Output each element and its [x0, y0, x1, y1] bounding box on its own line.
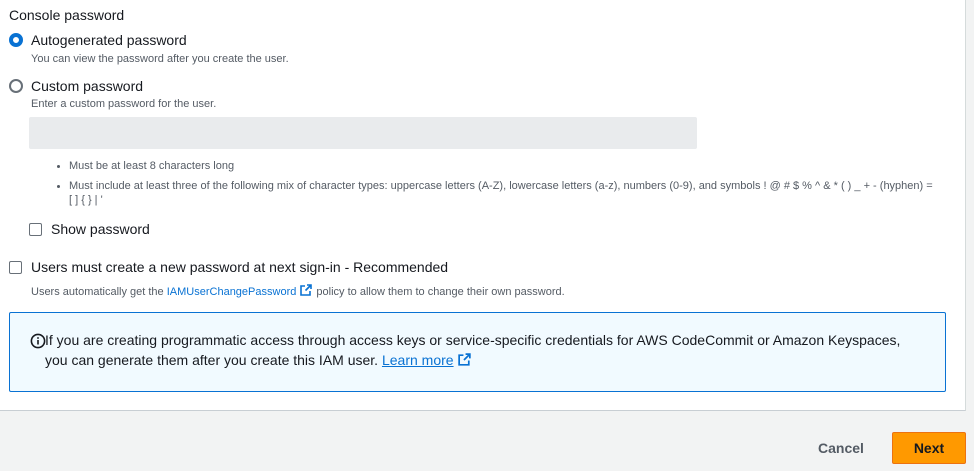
show-password-label[interactable]: Show password: [51, 221, 150, 237]
info-alert-message: If you are creating programmatic access …: [45, 332, 901, 368]
console-password-label: Console password: [9, 7, 125, 23]
cancel-button[interactable]: Cancel: [806, 433, 876, 463]
require-reset-description: Users automatically get the IAMUserChang…: [31, 284, 565, 300]
custom-password-input[interactable]: [29, 117, 697, 149]
autogenerated-password-description: You can view the password after you crea…: [31, 53, 289, 65]
info-circle-icon: [30, 333, 46, 354]
learn-more-link[interactable]: Learn more: [382, 352, 454, 368]
autogenerated-password-label[interactable]: Autogenerated password: [31, 32, 187, 48]
info-alert-text: If you are creating programmatic access …: [45, 330, 925, 372]
password-requirements-list: Must be at least 8 characters long Must …: [55, 159, 935, 213]
show-password-checkbox[interactable]: [29, 223, 42, 236]
custom-password-radio[interactable]: [9, 79, 23, 93]
requirement-item: Must be at least 8 characters long: [55, 159, 935, 173]
password-settings-panel: Console password Autogenerated password …: [0, 0, 966, 411]
requirement-item: Must include at least three of the follo…: [55, 179, 935, 207]
require-reset-checkbox[interactable]: [9, 261, 22, 274]
custom-password-description: Enter a custom password for the user.: [31, 98, 217, 110]
require-reset-label[interactable]: Users must create a new password at next…: [31, 259, 448, 275]
external-link-icon[interactable]: [457, 352, 472, 372]
require-reset-desc-suffix: policy to allow them to change their own…: [313, 286, 565, 298]
autogenerated-password-radio[interactable]: [9, 33, 23, 47]
iam-user-change-password-link[interactable]: IAMUserChangePassword: [167, 286, 297, 298]
require-reset-desc-prefix: Users automatically get the: [31, 286, 167, 298]
next-button[interactable]: Next: [892, 432, 966, 464]
custom-password-label[interactable]: Custom password: [31, 78, 143, 94]
external-link-icon[interactable]: [299, 284, 313, 300]
